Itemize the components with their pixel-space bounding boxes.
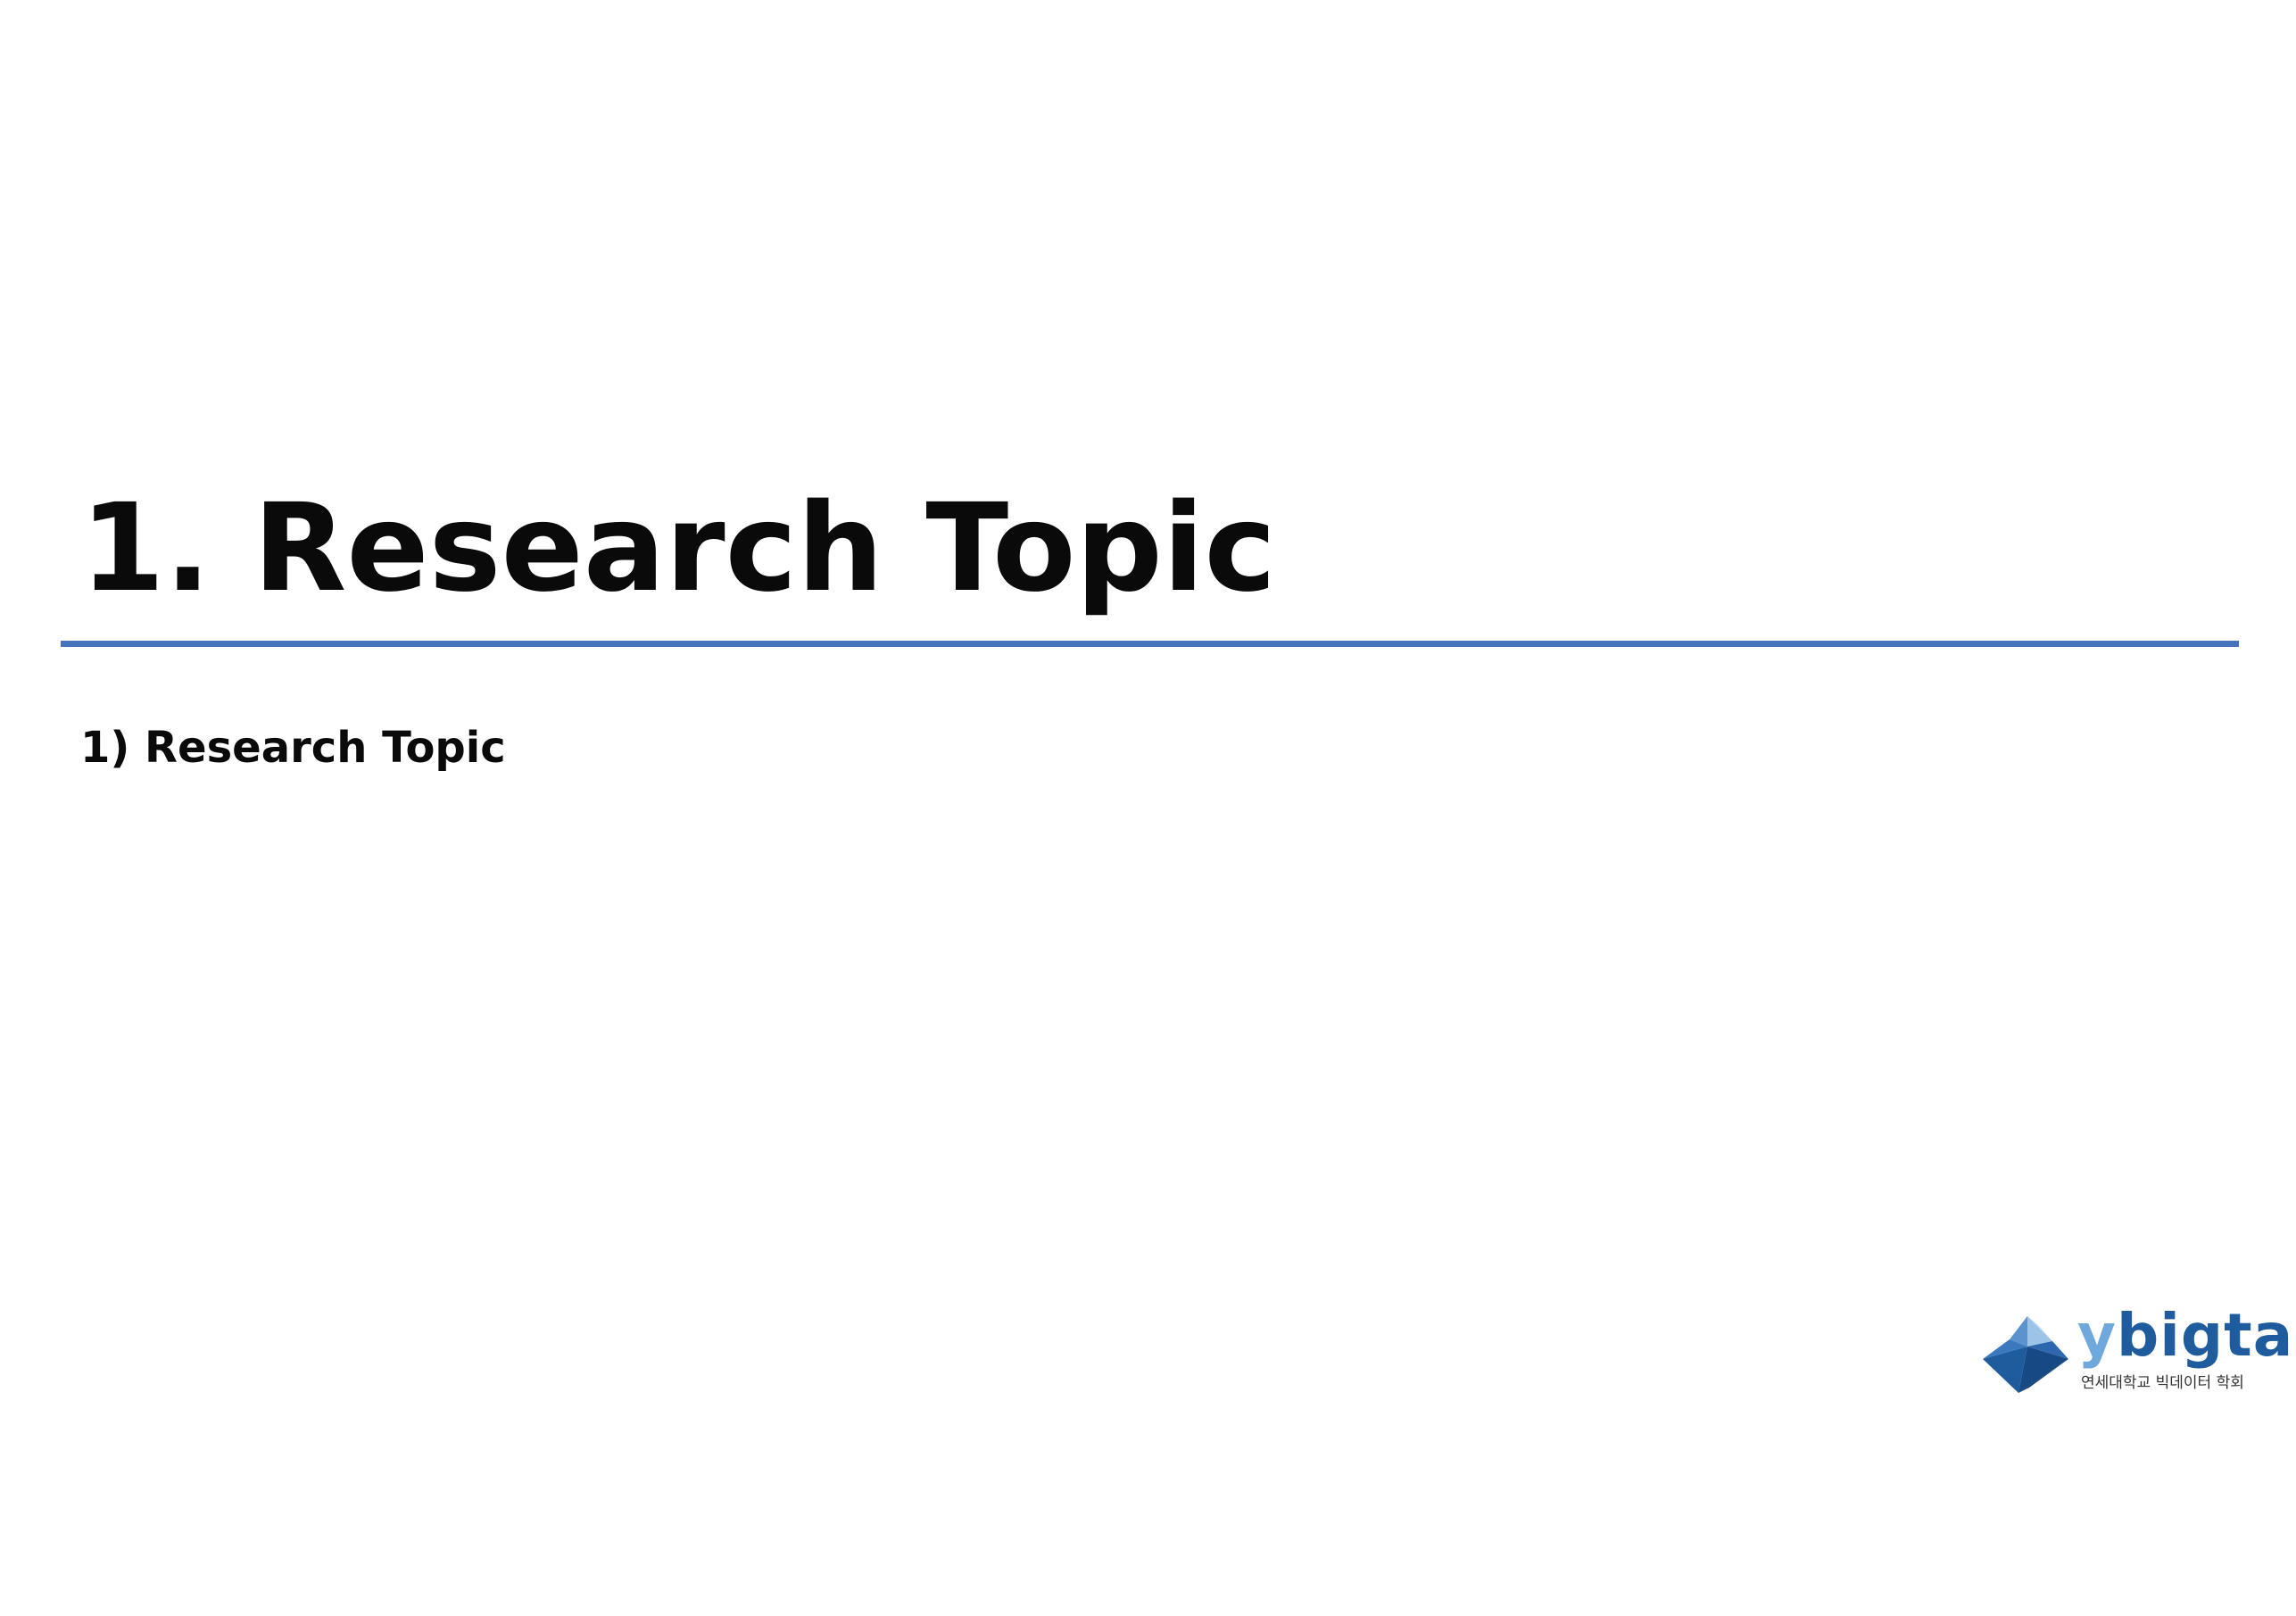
slide: 1. Research Topic 1) Research Topic ybig…: [0, 0, 2296, 1616]
ybigta-logo: ybigta 연세대학교 빅데이터 학회: [1983, 1301, 2292, 1405]
section-subtitle: 1) Research Topic: [80, 723, 506, 773]
ybigta-tagline: 연세대학교 빅데이터 학회: [2081, 1374, 2244, 1392]
title-divider: [61, 641, 2239, 647]
ybigta-wordmark: ybigta: [2077, 1301, 2294, 1370]
ybigta-logo-mark-icon: [1983, 1316, 2068, 1393]
page-title: 1. Research Topic: [80, 478, 1277, 619]
